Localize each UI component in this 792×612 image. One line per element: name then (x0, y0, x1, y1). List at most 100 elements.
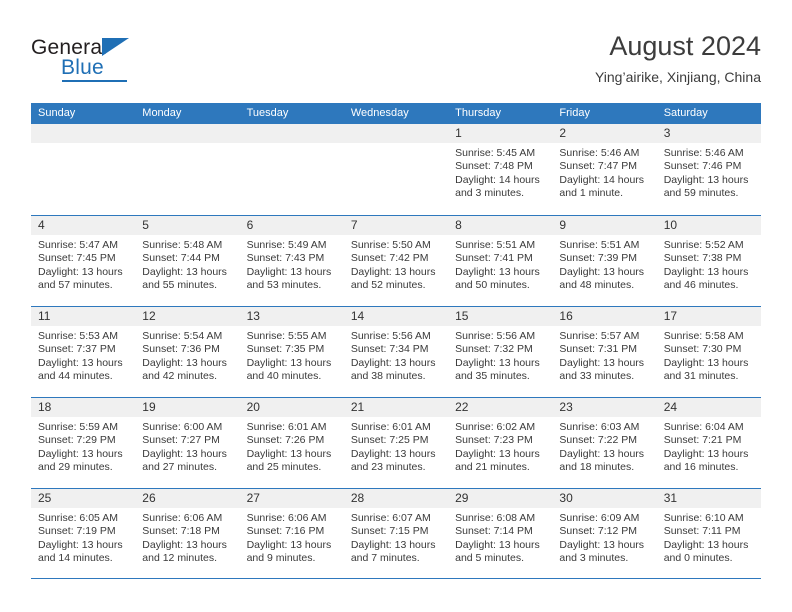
daylight-text-line1: Daylight: 13 hours (455, 538, 540, 551)
daylight-text-line2: and 3 minutes. (559, 552, 629, 565)
calendar-day-cell[interactable]: 12 Sunrise: 5:54 AM Sunset: 7:36 PM Dayligh… (135, 307, 240, 397)
day-number-band: 20 (239, 398, 344, 417)
weekday-tuesday: Tuesday (246, 107, 289, 119)
day-number-band: 18 (31, 398, 136, 417)
calendar-day-cell[interactable]: 31 Sunrise: 6:10 AM Sunset: 7:11 PM Dayligh… (656, 489, 761, 578)
calendar-day-cell[interactable]: 6 Sunrise: 5:49 AM Sunset: 7:43 PM Daylight… (239, 216, 344, 306)
daylight-text-line1: Daylight: 13 hours (38, 538, 123, 551)
day-number-band: 7 (343, 216, 449, 235)
sunrise-text: Sunrise: 6:03 AM (559, 421, 640, 433)
sunset-text: Sunset: 7:41 PM (455, 252, 533, 265)
daylight-text-line1: Daylight: 13 hours (455, 447, 540, 460)
day-number-band: 29 (448, 489, 553, 508)
calendar-day-cell[interactable]: 2 Sunrise: 5:46 AM Sunset: 7:47 PM Daylight… (552, 124, 657, 215)
calendar-day-cell[interactable]: 4 Sunrise: 5:47 AM Sunset: 7:45 PM Daylight… (31, 216, 136, 306)
daylight-text-line1: Daylight: 13 hours (559, 356, 645, 369)
day-number-band: 5 (135, 216, 240, 235)
day-number-band: 24 (656, 398, 761, 417)
calendar-day-cell[interactable]: 17 Sunrise: 5:58 AM Sunset: 7:30 PM Dayligh… (656, 307, 761, 397)
day-number-band: 13 (239, 307, 344, 326)
sunset-text: Sunset: 7:35 PM (246, 343, 325, 356)
page-title: August 2024 (609, 31, 761, 61)
day-number: 23 (559, 400, 573, 414)
calendar-day-cell[interactable]: 29 Sunrise: 6:08 AM Sunset: 7:14 PM Dayligh… (448, 489, 553, 578)
daylight-text-line1: Daylight: 13 hours (38, 447, 123, 460)
calendar-day-cell[interactable]: 1 Sunrise: 5:45 AM Sunset: 7:48 PM Daylight… (448, 124, 553, 215)
daylight-text-line1: Daylight: 13 hours (142, 356, 227, 369)
calendar-weeks: 1 Sunrise: 5:45 AM Sunset: 7:48 PM Daylight… (31, 124, 761, 579)
day-number: 25 (38, 491, 52, 505)
calendar-week-row: 18 Sunrise: 5:59 AM Sunset: 7:29 PM Dayligh… (31, 397, 761, 488)
sunset-text: Sunset: 7:43 PM (246, 252, 325, 265)
calendar-day-cell[interactable]: 20 Sunrise: 6:01 AM Sunset: 7:26 PM Dayligh… (239, 398, 344, 488)
daylight-text-line2: and 1 minute. (559, 187, 624, 200)
daylight-text-line2: and 18 minutes. (559, 461, 635, 474)
calendar-day-cell[interactable]: 8 Sunrise: 5:51 AM Sunset: 7:41 PM Daylight… (448, 216, 553, 306)
calendar-week-row: 1 Sunrise: 5:45 AM Sunset: 7:48 PM Daylight… (31, 124, 761, 215)
sunset-text: Sunset: 7:44 PM (142, 252, 220, 265)
day-details: Sunrise: 5:48 AM Sunset: 7:44 PM Daylight:… (135, 235, 239, 293)
daylight-text-line2: and 52 minutes. (350, 279, 426, 292)
day-number-band: 2 (552, 124, 657, 143)
day-number: 6 (246, 218, 254, 232)
day-number-band: 28 (343, 489, 449, 508)
day-details: Sunrise: 5:59 AM Sunset: 7:29 PM Daylight:… (31, 417, 135, 475)
calendar-day-cell[interactable]: 21 Sunrise: 6:01 AM Sunset: 7:25 PM Dayligh… (343, 398, 449, 488)
calendar-day-cell[interactable]: 22 Sunrise: 6:02 AM Sunset: 7:23 PM Dayligh… (448, 398, 553, 488)
daylight-text-line1: Daylight: 13 hours (559, 265, 645, 278)
calendar-day-cell[interactable]: 28 Sunrise: 6:07 AM Sunset: 7:15 PM Dayligh… (343, 489, 449, 578)
calendar-day-cell[interactable]: 7 Sunrise: 5:50 AM Sunset: 7:42 PM Daylight… (343, 216, 449, 306)
day-number-band: 17 (656, 307, 761, 326)
day-details: Sunrise: 6:00 AM Sunset: 7:27 PM Daylight:… (135, 417, 239, 475)
calendar-day-cell[interactable]: 24 Sunrise: 6:04 AM Sunset: 7:21 PM Dayligh… (656, 398, 761, 488)
day-number-band: 23 (552, 398, 657, 417)
calendar-day-cell-empty (239, 124, 344, 215)
calendar-day-cell[interactable]: 25 Sunrise: 6:05 AM Sunset: 7:19 PM Dayligh… (31, 489, 136, 578)
calendar-day-cell[interactable]: 11 Sunrise: 5:53 AM Sunset: 7:37 PM Dayligh… (31, 307, 136, 397)
sunrise-text: Sunrise: 5:52 AM (663, 239, 744, 251)
calendar-day-cell[interactable]: 9 Sunrise: 5:51 AM Sunset: 7:39 PM Daylight… (552, 216, 657, 306)
daylight-text-line2: and 35 minutes. (455, 370, 530, 383)
calendar-day-cell[interactable]: 26 Sunrise: 6:06 AM Sunset: 7:18 PM Dayligh… (135, 489, 240, 578)
sunset-text: Sunset: 7:19 PM (38, 525, 116, 538)
daylight-text-line1: Daylight: 13 hours (246, 538, 332, 551)
sunrise-text: Sunrise: 5:48 AM (142, 239, 223, 251)
day-number-band: 1 (448, 124, 553, 143)
calendar-day-cell[interactable]: 3 Sunrise: 5:46 AM Sunset: 7:46 PM Daylight… (656, 124, 761, 215)
day-number: 7 (350, 218, 358, 232)
calendar-day-cell[interactable]: 10 Sunrise: 5:52 AM Sunset: 7:38 PM Dayligh… (656, 216, 761, 306)
sunset-text: Sunset: 7:27 PM (142, 434, 220, 447)
day-number-band (135, 124, 240, 143)
sunset-text: Sunset: 7:37 PM (38, 343, 116, 356)
day-number-band (239, 124, 344, 143)
daylight-text-line1: Daylight: 13 hours (559, 538, 645, 551)
sunrise-text: Sunrise: 6:07 AM (350, 512, 431, 524)
sunset-text: Sunset: 7:39 PM (559, 252, 638, 265)
calendar-day-cell[interactable]: 30 Sunrise: 6:09 AM Sunset: 7:12 PM Dayligh… (552, 489, 657, 578)
daylight-text-line2: and 53 minutes. (246, 279, 322, 292)
sunrise-text: Sunrise: 5:56 AM (350, 330, 431, 342)
calendar-day-cell[interactable]: 27 Sunrise: 6:06 AM Sunset: 7:16 PM Dayligh… (239, 489, 344, 578)
daylight-text-line1: Daylight: 14 hours (455, 173, 540, 186)
calendar-day-cell[interactable]: 16 Sunrise: 5:57 AM Sunset: 7:31 PM Dayligh… (552, 307, 657, 397)
calendar-day-cell[interactable]: 5 Sunrise: 5:48 AM Sunset: 7:44 PM Daylight… (135, 216, 240, 306)
day-details: Sunrise: 6:09 AM Sunset: 7:12 PM Daylight:… (552, 508, 656, 566)
sunrise-text: Sunrise: 5:51 AM (455, 239, 536, 251)
sunset-text: Sunset: 7:25 PM (350, 434, 429, 447)
calendar-day-cell[interactable]: 13 Sunrise: 5:55 AM Sunset: 7:35 PM Dayligh… (239, 307, 344, 397)
calendar-day-cell[interactable]: 14 Sunrise: 5:56 AM Sunset: 7:34 PM Dayligh… (343, 307, 449, 397)
calendar-day-cell[interactable]: 15 Sunrise: 5:56 AM Sunset: 7:32 PM Dayligh… (448, 307, 553, 397)
daylight-text-line1: Daylight: 13 hours (246, 265, 332, 278)
day-number-band (31, 124, 136, 143)
sunset-text: Sunset: 7:30 PM (663, 343, 742, 356)
calendar-day-cell[interactable]: 23 Sunrise: 6:03 AM Sunset: 7:22 PM Dayligh… (552, 398, 657, 488)
logo-underline (62, 80, 127, 82)
day-details: Sunrise: 6:08 AM Sunset: 7:14 PM Daylight:… (448, 508, 552, 566)
calendar-day-cell[interactable]: 18 Sunrise: 5:59 AM Sunset: 7:29 PM Dayligh… (31, 398, 136, 488)
calendar-week-row: 11 Sunrise: 5:53 AM Sunset: 7:37 PM Dayligh… (31, 306, 761, 397)
sunrise-text: Sunrise: 6:01 AM (350, 421, 431, 433)
calendar-day-cell[interactable]: 19 Sunrise: 6:00 AM Sunset: 7:27 PM Dayligh… (135, 398, 240, 488)
calendar-day-cell-empty (135, 124, 240, 215)
general-blue-logo[interactable]: General Blue (31, 36, 231, 88)
day-details: Sunrise: 5:56 AM Sunset: 7:34 PM Daylight:… (344, 326, 448, 384)
